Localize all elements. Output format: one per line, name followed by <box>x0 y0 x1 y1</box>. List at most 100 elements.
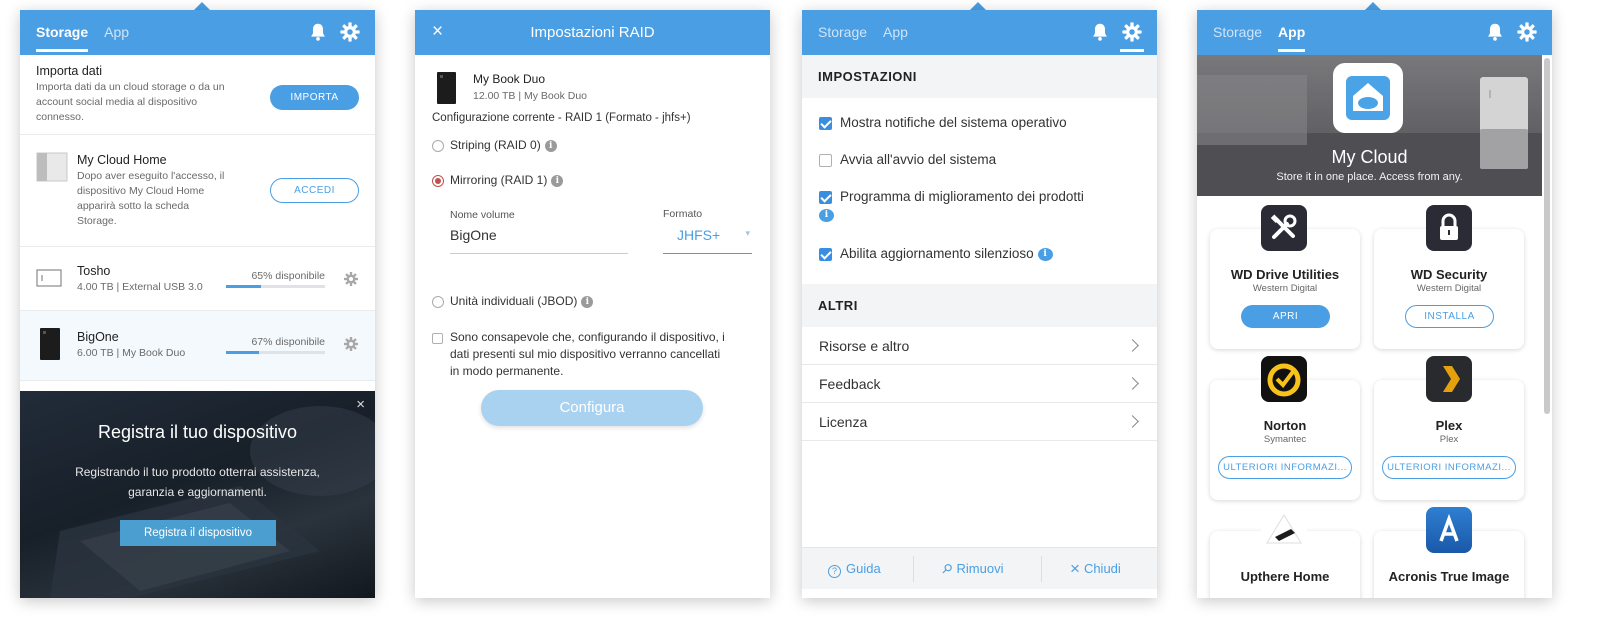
register-promo: × Registra il tuo dispositivo Registrand… <box>20 391 375 598</box>
startup-checkbox[interactable] <box>819 154 832 167</box>
app-vendor: Western Digital <box>1416 283 1482 294</box>
raid0-label: Striping (RAID 0) <box>450 138 541 152</box>
help-button[interactable]: ? Guida <box>828 548 881 590</box>
silent-update-checkbox[interactable] <box>819 248 832 261</box>
raid1-radio[interactable] <box>432 175 444 187</box>
bell-icon[interactable] <box>1089 21 1111 43</box>
raid0-radio[interactable] <box>432 140 444 152</box>
resources-link[interactable]: Risorse e altro <box>802 327 1157 365</box>
info-bubble-icon[interactable]: i <box>1037 247 1053 261</box>
more-info-button[interactable]: ULTERIORI INFORMAZI... <box>1218 456 1352 479</box>
link-label: Risorse e altro <box>819 338 910 354</box>
tab-storage[interactable]: Storage <box>818 10 867 55</box>
gear-tab[interactable] <box>1120 21 1144 52</box>
mycloud-hero[interactable]: My Cloud Store it in one place. Access f… <box>1197 55 1542 196</box>
device-row-bigone[interactable]: BigOne 6.00 TB | My Book Duo 67% disponi… <box>20 311 375 381</box>
volume-name-label: Nome volume <box>450 209 515 221</box>
remove-button[interactable]: ⚲Rimuovi <box>938 548 1004 590</box>
tab-app[interactable]: App <box>883 10 908 55</box>
import-desc-line: account social media al dispositivo <box>36 96 198 108</box>
device-row-tosho[interactable]: Tosho 4.00 TB | External USB 3.0 65% dis… <box>20 247 375 311</box>
login-button[interactable]: ACCEDI <box>270 178 359 203</box>
volume-name-input[interactable]: BigOne <box>450 227 628 254</box>
info-icon[interactable]: i <box>544 139 557 152</box>
chevron-down-icon: ▾ <box>745 228 750 238</box>
app-name: Acronis True Image <box>1388 569 1510 584</box>
bell-icon[interactable] <box>307 21 329 43</box>
mycloudhome-device-icon <box>36 152 68 182</box>
footer-bar: ? Guida ⚲Rimuovi × Chiudi <box>802 547 1157 589</box>
register-device-button[interactable]: Registra il dispositivo <box>120 520 276 546</box>
acknowledge-text: Sono consapevole che, configurando il di… <box>450 329 725 380</box>
wd-security-icon <box>1426 205 1472 251</box>
format-value: JHFS+ <box>677 227 721 243</box>
promo-text-line: Registrando il tuo prodotto otterrai ass… <box>75 465 320 479</box>
mybook-duo-icon <box>437 72 456 104</box>
gear-icon <box>1122 22 1142 42</box>
acronis-icon <box>1426 507 1472 553</box>
license-link[interactable]: Licenza <box>802 403 1157 441</box>
import-button[interactable]: IMPORTA <box>270 85 359 110</box>
gear-icon[interactable] <box>339 21 361 43</box>
mycloudhome-row: My Cloud Home Dopo aver eseguito l'acces… <box>20 135 375 247</box>
notifications-label: Mostra notifiche del sistema operativo <box>840 115 1067 130</box>
close-button[interactable]: × Chiudi <box>1070 548 1121 590</box>
device-detail: 6.00 TB | My Book Duo <box>77 347 186 359</box>
wd-drive-utilities-icon <box>1261 205 1307 251</box>
tab-storage[interactable]: Storage <box>36 10 89 55</box>
notifications-checkbox[interactable] <box>819 117 832 130</box>
install-button[interactable]: INSTALLA <box>1405 305 1494 328</box>
mycloudhome-title: My Cloud Home <box>77 153 167 167</box>
tab-app[interactable]: App <box>1278 10 1306 55</box>
open-button[interactable]: APRI <box>1241 305 1330 328</box>
acknowledge-checkbox[interactable] <box>432 333 443 344</box>
external-drive-icon <box>36 269 62 287</box>
raid1-label: Mirroring (RAID 1) <box>450 173 548 187</box>
header-bar: × Impostazioni RAID <box>415 10 770 55</box>
import-title: Importa dati <box>36 64 103 78</box>
others-section-header: ALTRI <box>802 284 1157 327</box>
header-bar: Storage App <box>1197 10 1552 55</box>
app-name: WD Drive Utilities <box>1230 267 1340 282</box>
close-icon[interactable]: × <box>356 396 365 413</box>
remove-label: Rimuovi <box>956 561 1004 576</box>
jbod-radio[interactable] <box>432 296 444 308</box>
tab-storage[interactable]: Storage <box>1213 10 1262 55</box>
silent-update-label: Abilita aggiornamento silenzioso <box>840 246 1034 261</box>
bell-icon[interactable] <box>1484 21 1506 43</box>
mycloudhome-desc-line: Dopo aver eseguito l'accesso, il <box>77 170 225 182</box>
help-label: Guida <box>846 561 881 576</box>
link-label: Feedback <box>819 376 881 392</box>
format-select[interactable]: JHFS+ ▾ <box>663 227 752 254</box>
gear-icon[interactable] <box>1516 21 1538 43</box>
current-config: Configurazione corrente - RAID 1 (Format… <box>432 112 691 124</box>
raid1-option: Mirroring (RAID 1) i <box>450 173 564 187</box>
device-name: Tosho <box>77 264 111 278</box>
device-settings-icon[interactable] <box>343 271 359 287</box>
promo-text: Registrando il tuo prodotto otterrai ass… <box>20 462 375 502</box>
footer-divider <box>1041 556 1042 582</box>
raid-dialog-title: Impostazioni RAID <box>530 24 655 41</box>
app-vendor: Plex <box>1439 434 1459 445</box>
feedback-link[interactable]: Feedback <box>802 365 1157 403</box>
device-available: 67% disponibile <box>251 336 325 348</box>
mybook-duo-icon <box>40 328 60 360</box>
configure-button[interactable]: Configura <box>481 390 703 426</box>
chevron-right-icon <box>1126 415 1139 428</box>
device-detail: 4.00 TB | External USB 3.0 <box>77 281 203 293</box>
footer-divider <box>913 556 914 582</box>
header-bar: Storage App <box>20 10 375 55</box>
info-icon[interactable]: i <box>551 174 564 187</box>
device-settings-icon[interactable] <box>343 336 359 352</box>
plex-icon <box>1426 356 1472 402</box>
silent-update-option: Abilita aggiornamento silenzioso i <box>840 246 1053 261</box>
norton-icon <box>1261 356 1307 402</box>
tab-app[interactable]: App <box>104 10 129 55</box>
info-icon[interactable]: i <box>581 295 594 308</box>
info-bubble-icon[interactable]: i <box>819 209 834 222</box>
more-info-button[interactable]: ULTERIORI INFORMAZI... <box>1382 456 1516 479</box>
improvement-checkbox[interactable] <box>819 191 832 204</box>
device-detail: 12.00 TB | My Book Duo <box>473 90 588 102</box>
scrollbar[interactable] <box>1544 58 1550 414</box>
app-name: Upthere Home <box>1240 569 1330 584</box>
